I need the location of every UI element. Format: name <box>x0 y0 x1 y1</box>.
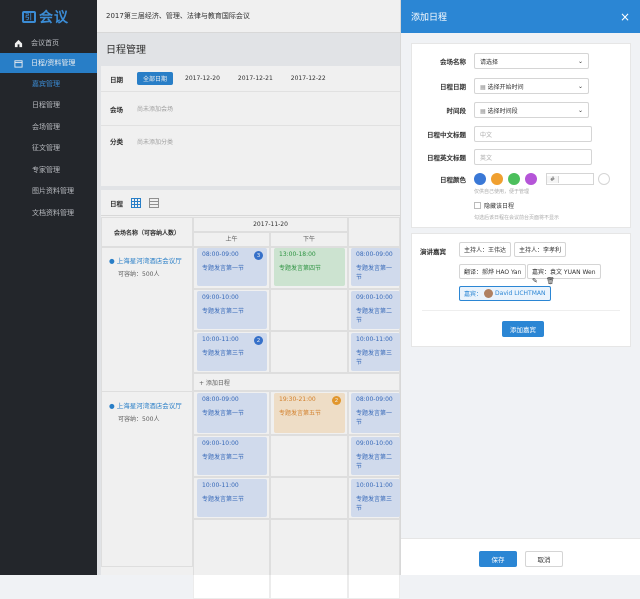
guests-label: 演讲嘉宾 <box>420 248 446 256</box>
edit-icon[interactable]: ✎ <box>532 277 538 285</box>
hide-checkbox[interactable] <box>474 202 481 209</box>
form-row-en-title: 日程英文标题 英文 <box>412 148 630 166</box>
form-row-date: 日程日期 ▦ 选择开始时间 ⌄ <box>412 77 630 95</box>
cancel-button[interactable]: 取消 <box>525 551 563 567</box>
close-icon[interactable]: × <box>620 10 630 24</box>
panel-footer: 保存 取消 <box>401 538 640 575</box>
date-select[interactable]: ▦ 选择开始时间 ⌄ <box>474 78 589 94</box>
panel-header: 添加日程 × <box>401 0 640 33</box>
guest-prefix: 嘉宾： <box>464 291 483 298</box>
save-button[interactable]: 保存 <box>479 551 517 567</box>
venue-select[interactable]: 请选择 ⌄ <box>474 53 589 69</box>
cn-title-label: 日程中文标题 <box>427 131 466 139</box>
divider <box>422 310 620 311</box>
form-row-venue: 会场名称 请选择 ⌄ <box>412 52 630 70</box>
color-label: 日程颜色 <box>440 176 466 184</box>
color-swatch-orange[interactable] <box>491 173 503 185</box>
color-swatch-blue[interactable] <box>474 173 486 185</box>
schedule-form: 会场名称 请选择 ⌄ 日程日期 ▦ 选择开始时间 ⌄ 时间段 ▦ 选择时间段 ⌄… <box>411 43 631 228</box>
calendar-icon: ▦ <box>480 107 486 115</box>
guest-tag[interactable]: 主持人：李孝利 <box>514 242 567 257</box>
guest-tag[interactable]: 主持人：王伟达 <box>459 242 512 257</box>
venue-select-value: 请选择 <box>480 58 499 66</box>
guest-tag-selected[interactable]: 嘉宾： David LICHTMAN <box>459 286 551 301</box>
slot-select-value: 选择时间段 <box>487 107 518 115</box>
form-row-slot: 时间段 ▦ 选择时间段 ⌄ <box>412 101 630 119</box>
form-row-color: 日程颜色 # <box>412 170 630 188</box>
en-title-label: 日程英文标题 <box>427 154 466 162</box>
color-hint: 仅供自己使用，便于管理 <box>474 189 530 195</box>
hide-hint: 勾选后该日程在会议前台页面将不显示 <box>474 215 560 221</box>
slot-select[interactable]: ▦ 选择时间段 ⌄ <box>474 102 589 118</box>
venue-label: 会场名称 <box>440 58 466 66</box>
guest-tag[interactable]: 翻译：郝烨 HAO Yan <box>459 264 527 279</box>
modal-backdrop[interactable] <box>0 0 400 575</box>
hide-option: 隐藏该日程 <box>474 201 514 210</box>
add-schedule-panel: 添加日程 × 会场名称 请选择 ⌄ 日程日期 ▦ 选择开始时间 ⌄ 时间段 ▦ … <box>400 0 640 575</box>
date-select-value: 选择开始时间 <box>487 83 524 91</box>
chevron-down-icon: ⌄ <box>577 106 583 114</box>
hex-prefix: # <box>547 175 560 183</box>
chevron-down-icon: ⌄ <box>577 57 583 65</box>
guests-card: 演讲嘉宾 主持人：王伟达 主持人：李孝利 翻译：郝烨 HAO Yan 嘉宾：袁文… <box>411 233 631 347</box>
calendar-icon: ▦ <box>480 83 486 91</box>
hex-color-input[interactable]: # <box>546 173 594 185</box>
date-label: 日程日期 <box>440 83 466 91</box>
guest-name: David LICHTMAN <box>495 290 546 297</box>
delete-icon[interactable]: 🗑 <box>546 277 555 285</box>
chevron-down-icon: ⌄ <box>577 82 583 90</box>
en-title-input[interactable]: 英文 <box>474 149 592 165</box>
hide-label: 隐藏该日程 <box>484 203 515 210</box>
color-swatch-purple[interactable] <box>525 173 537 185</box>
slot-label: 时间段 <box>446 107 467 115</box>
guest-tag[interactable]: 嘉宾：袁文 YUAN Wen <box>527 264 601 279</box>
panel-title: 添加日程 <box>411 13 448 23</box>
color-swatch-green[interactable] <box>508 173 520 185</box>
custom-color-swatch[interactable] <box>598 173 610 185</box>
avatar <box>484 289 494 298</box>
add-guest-button[interactable]: 添加嘉宾 <box>502 321 544 337</box>
form-row-cn-title: 日程中文标题 中文 <box>412 125 630 143</box>
cn-title-input[interactable]: 中文 <box>474 126 592 142</box>
